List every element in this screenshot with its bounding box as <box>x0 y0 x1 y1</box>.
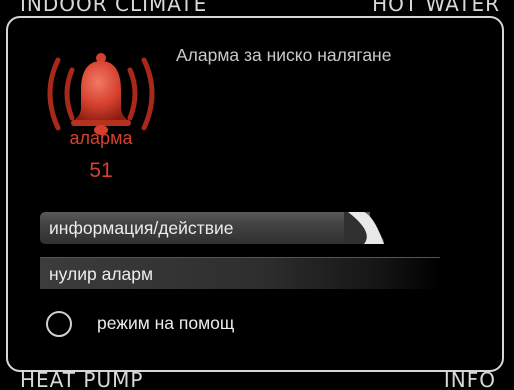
alarm-bell-icon <box>47 53 155 135</box>
info-label: INFO <box>443 368 496 390</box>
alarm-code: 51 <box>89 159 113 182</box>
page-fold-icon <box>344 212 384 244</box>
dialog-title: Аларма за ниско налягане <box>176 45 392 65</box>
menu-item-label: нулир аларм <box>49 264 154 284</box>
alarm-dialog: аларма 51 Аларма за ниско налягане инфор… <box>6 16 504 372</box>
menu-item-label: информация/действие <box>49 218 234 238</box>
alarm-label: аларма <box>69 128 133 148</box>
help-mode-label[interactable]: режим на помощ <box>97 313 234 334</box>
help-mode-radio[interactable] <box>46 311 72 337</box>
indoor-climate-label: INDOOR CLIMATE <box>20 0 208 16</box>
heat-pump-label: HEAT PUMP <box>20 368 144 390</box>
menu-item-reset-alarm[interactable]: нулир аларм <box>40 257 440 289</box>
hot-water-label: HOT WATER <box>372 0 500 16</box>
menu-item-info-action[interactable]: информация/действие <box>40 212 384 244</box>
